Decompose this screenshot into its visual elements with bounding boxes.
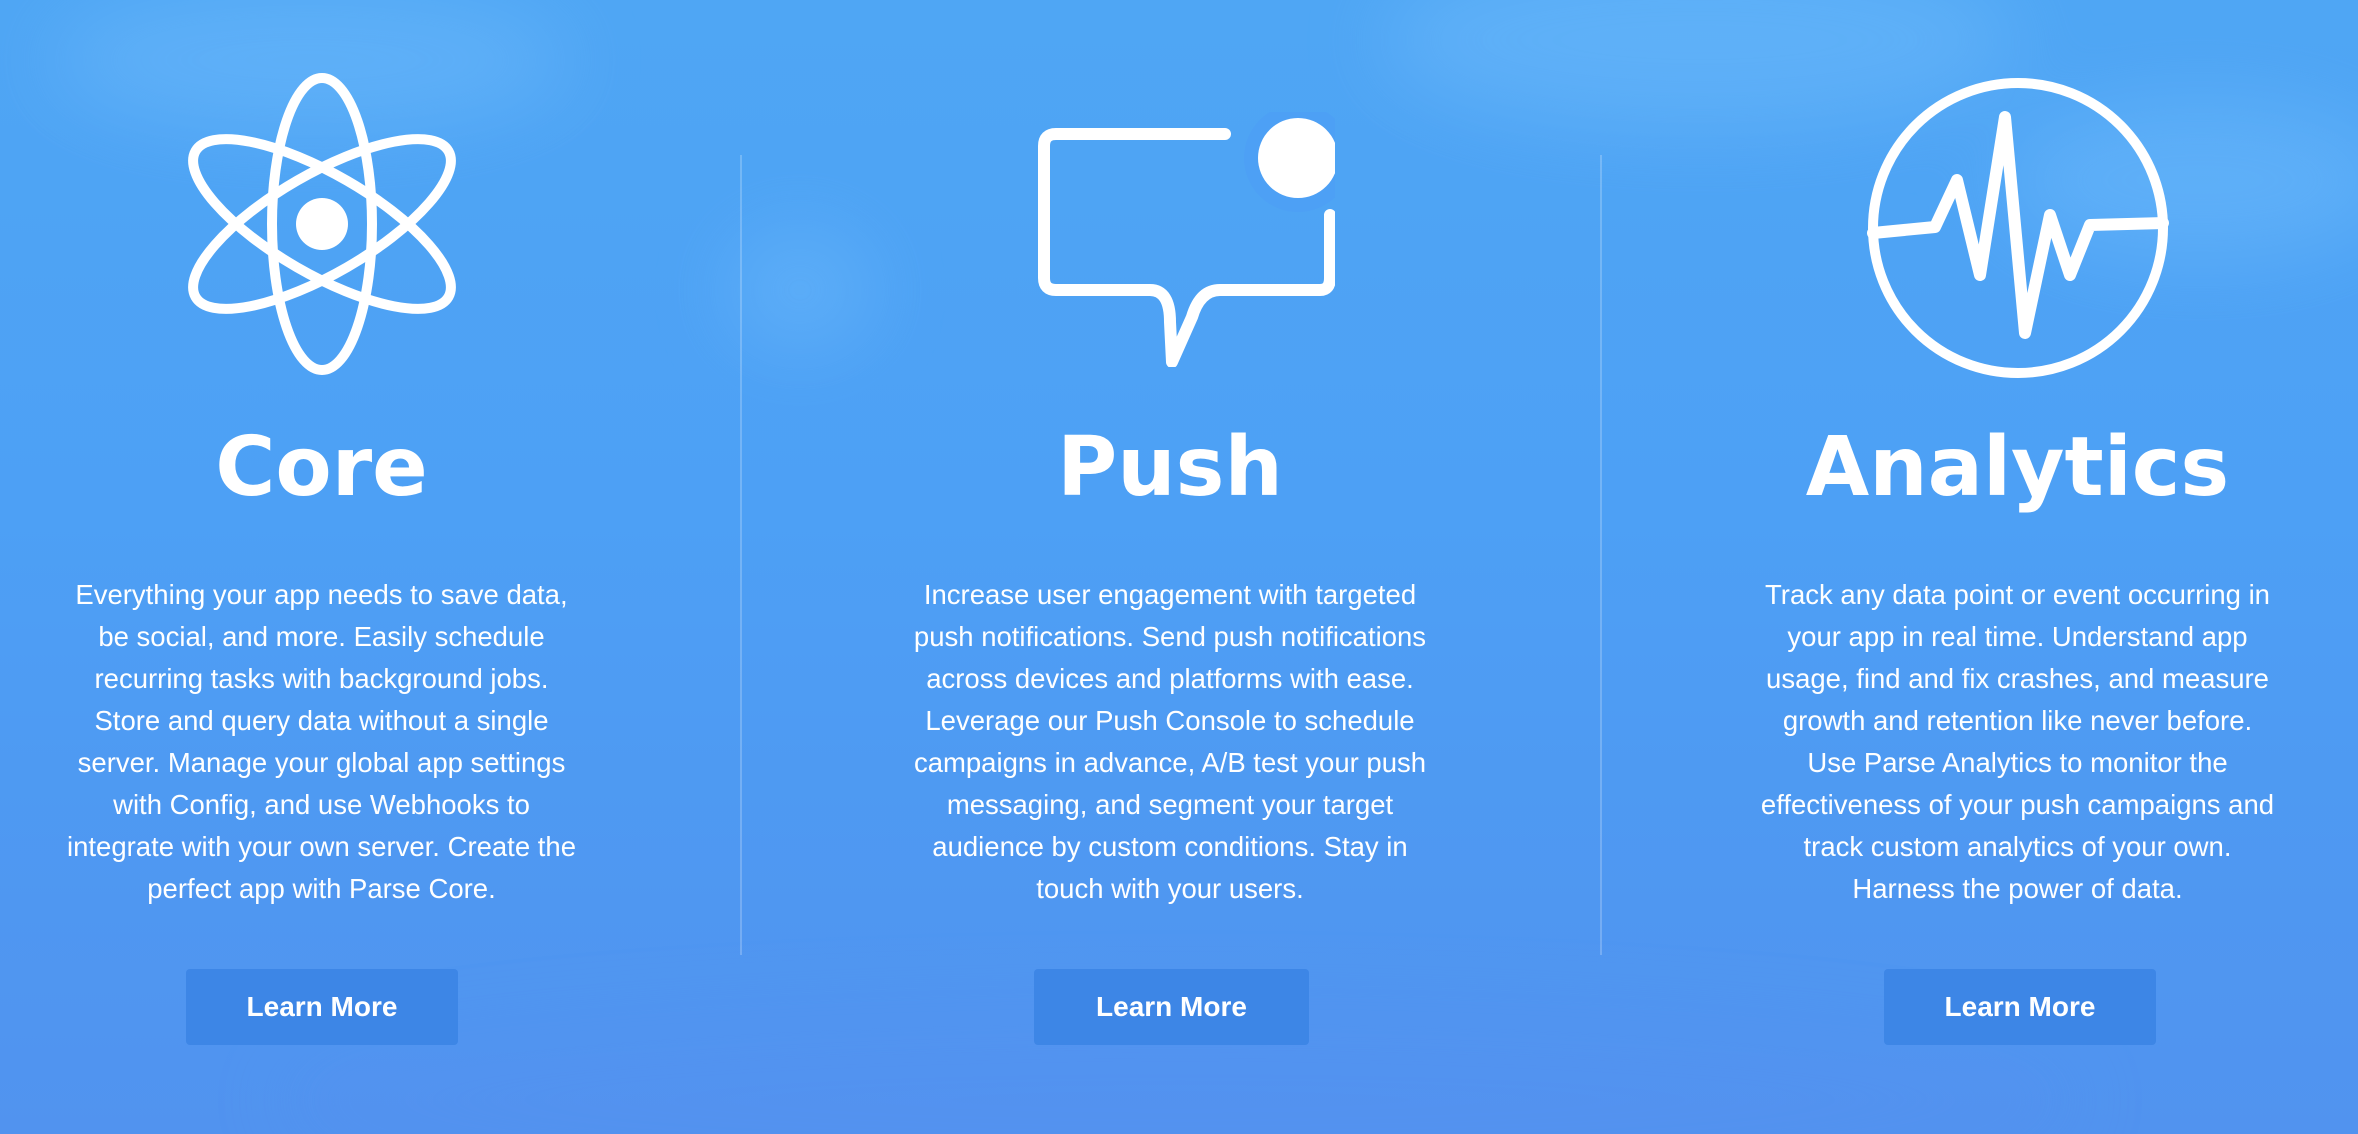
learn-more-button-push[interactable]: Learn More <box>1034 969 1309 1045</box>
learn-more-button-core[interactable]: Learn More <box>186 969 458 1045</box>
feature-description: Increase user engagement with targeted p… <box>913 579 1427 904</box>
feature-core: Core Everything your app needs to save d… <box>60 0 583 1134</box>
feature-description: Track any data point or event occurring … <box>1760 579 2275 904</box>
feature-analytics: Analytics Track any data point or event … <box>1755 0 2280 1134</box>
feature-title: Analytics <box>1805 420 2230 515</box>
atom-icon <box>188 73 456 375</box>
chat-notification-icon <box>1038 112 1335 367</box>
feature-title: Push <box>1057 420 1283 515</box>
column-divider-left <box>740 155 742 955</box>
feature-push: Push Increase user engagement with targe… <box>910 0 1430 1134</box>
feature-title: Core <box>215 420 428 515</box>
learn-more-button-analytics[interactable]: Learn More <box>1884 969 2156 1045</box>
pulse-circle-icon <box>1867 78 2169 378</box>
feature-description: Everything your app needs to save data, … <box>66 579 576 904</box>
column-divider-right <box>1600 155 1602 955</box>
